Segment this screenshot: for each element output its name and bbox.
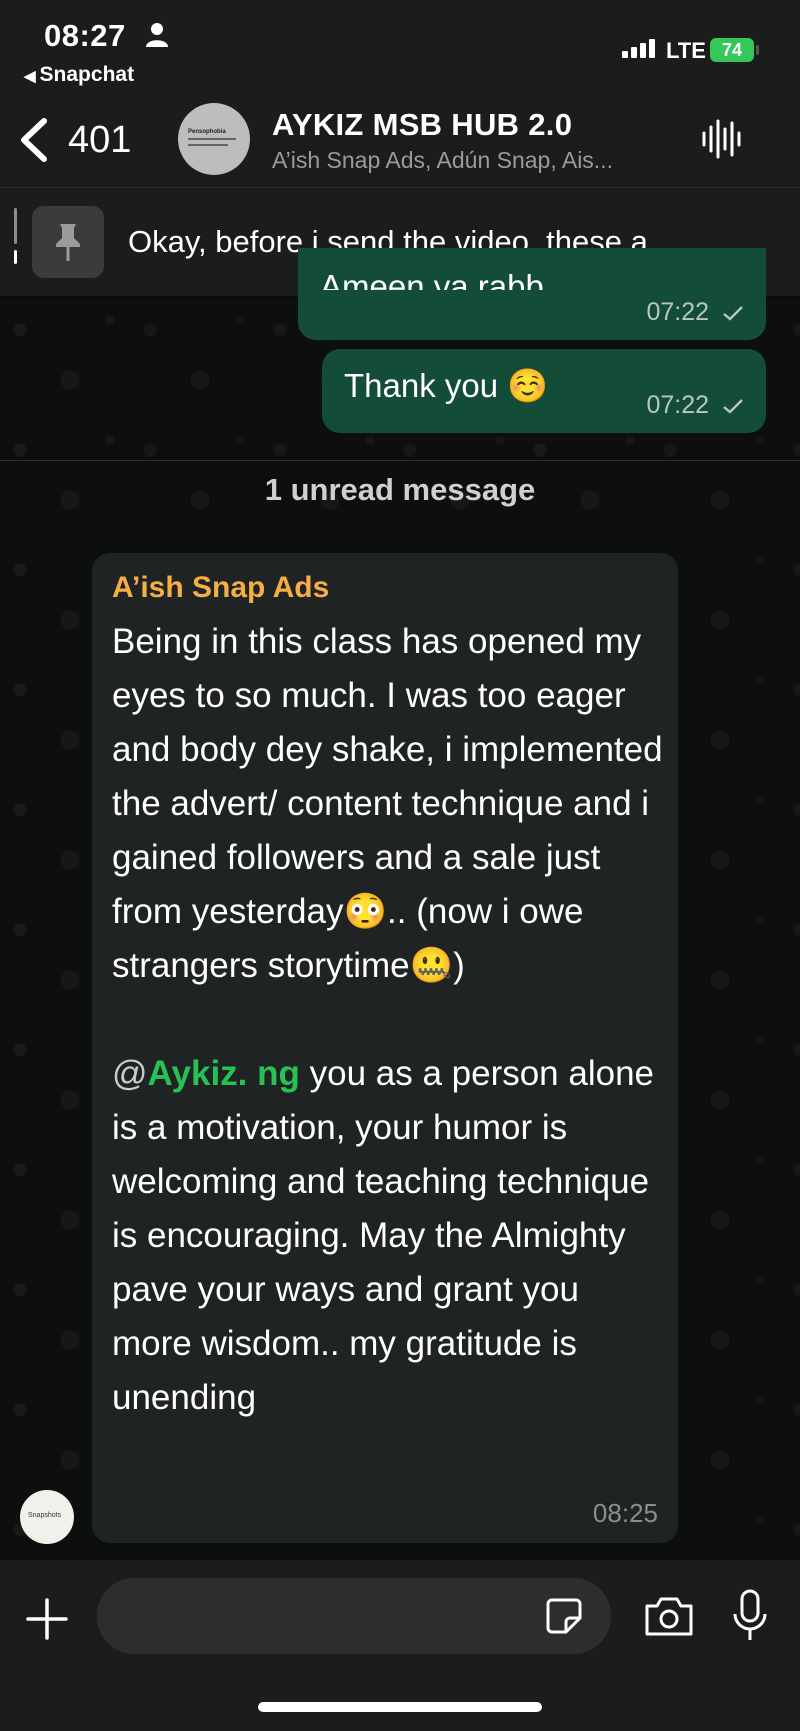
message-paragraph: @Aykiz. ng you as a person alone is a mo… xyxy=(112,1047,668,1425)
home-indicator[interactable] xyxy=(258,1702,542,1712)
sender-avatar-text: Snapshots xyxy=(28,1512,62,1519)
microphone-icon[interactable] xyxy=(730,1588,770,1644)
status-time: 08:27 xyxy=(44,18,126,53)
pin-icon xyxy=(56,224,80,261)
mention-link[interactable]: Aykiz. ng xyxy=(148,1054,300,1093)
pin-icon-box xyxy=(32,206,104,278)
back-triangle-icon: ◀ xyxy=(24,68,36,85)
signal-icon xyxy=(622,39,655,58)
message-input[interactable] xyxy=(97,1578,611,1654)
unread-label: 1 unread message xyxy=(264,472,536,507)
battery-tip xyxy=(756,45,759,55)
battery-indicator: 74 xyxy=(710,38,754,62)
sticker-icon[interactable] xyxy=(544,1596,584,1636)
mention-prefix: @ xyxy=(112,1054,148,1093)
pin-indicator xyxy=(14,208,17,244)
sent-check-icon xyxy=(723,306,743,322)
message-time: 08:25 xyxy=(592,1498,658,1528)
compose-bar xyxy=(0,1560,800,1731)
back-unread-count[interactable]: 401 xyxy=(68,119,131,162)
message-time: 07:22 xyxy=(646,391,710,419)
group-avatar[interactable]: Pensophobia xyxy=(178,103,250,175)
unread-divider xyxy=(0,460,800,461)
pin-indicator-active xyxy=(14,250,17,264)
sender-avatar[interactable]: Snapshots xyxy=(20,1490,74,1544)
plus-icon[interactable] xyxy=(24,1596,70,1642)
message-paragraph: Being in this class has opened my eyes t… xyxy=(112,622,663,985)
message-meta: 07:22 xyxy=(646,391,744,420)
message-text: you as a person alone is a motivation, y… xyxy=(112,1054,655,1417)
status-bar: 08:27 ◀ Snapchat LTE 74 xyxy=(0,0,800,95)
message-meta: 07:22 xyxy=(646,298,744,327)
battery-level: 74 xyxy=(721,40,743,60)
group-avatar-text: Pensophobia xyxy=(188,129,226,135)
message-spacer xyxy=(112,993,668,1047)
back-chevron-icon[interactable] xyxy=(18,117,48,163)
sent-check-icon xyxy=(723,399,743,415)
outgoing-message[interactable]: Thank you ☺️ 07:22 xyxy=(322,349,766,433)
incoming-message[interactable]: A’ish Snap Ads Being in this class has o… xyxy=(92,553,678,1543)
chat-title[interactable]: AYKIZ MSB HUB 2.0 xyxy=(272,107,572,143)
outgoing-message[interactable]: Ameen ya rabb 07:22 xyxy=(298,248,766,340)
chat-header: 401 Pensophobia AYKIZ MSB HUB 2.0 A’ish … xyxy=(0,95,800,188)
message-text: Ameen ya rabb xyxy=(320,268,544,290)
avatar-line xyxy=(188,144,228,146)
person-icon xyxy=(146,23,168,47)
network-type: LTE xyxy=(666,38,706,63)
back-to-app-link[interactable]: ◀ Snapchat xyxy=(24,63,134,87)
chat-participants[interactable]: A’ish Snap Ads, Adún Snap, Ais... xyxy=(272,147,692,174)
back-app-label: Snapchat xyxy=(39,63,135,86)
avatar-line xyxy=(188,138,236,140)
voice-chat-icon[interactable] xyxy=(700,117,744,161)
message-body: Being in this class has opened my eyes t… xyxy=(112,615,668,1425)
message-time: 07:22 xyxy=(646,298,710,326)
camera-icon[interactable] xyxy=(643,1594,695,1638)
sender-name[interactable]: A’ish Snap Ads xyxy=(112,571,329,605)
message-text: Thank you ☺️ xyxy=(344,367,549,404)
